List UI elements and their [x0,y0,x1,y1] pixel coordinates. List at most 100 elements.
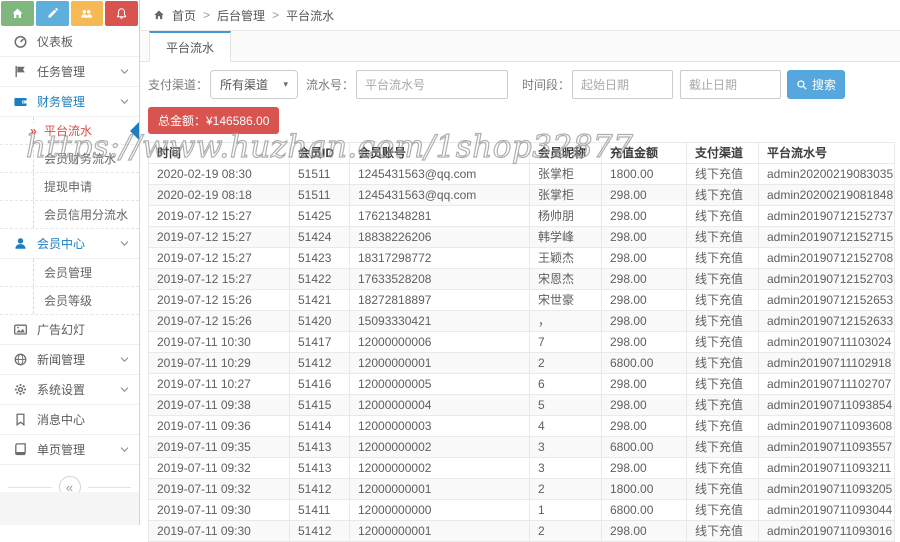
channel-filter-label: 支付渠道： [148,78,209,92]
sidebar-item-label: 广告幻灯 [37,323,86,337]
table-cell: 线下充值 [686,436,759,458]
table-cell: 298.00 [601,394,687,416]
bell-button[interactable] [105,1,138,26]
home-icon [153,9,165,21]
sidebar-item[interactable]: 单页管理 [0,435,139,465]
table-cell: 298.00 [601,247,687,269]
breadcrumb-item-backend[interactable]: 后台管理 [217,7,265,24]
flag-icon [13,64,28,79]
sidebar-subitem[interactable]: 会员管理 [0,259,139,287]
table-cell: 12000000000 [349,499,530,521]
table-cell: 2 [529,520,602,542]
caret-down-icon: ▾ [283,79,289,89]
filter-bar: 支付渠道： 所有渠道 ▾ 流水号： 时间段： 搜索 [148,70,892,99]
table-cell: admin20190711093044 [758,499,895,521]
gauge-icon [13,34,28,49]
table-cell: 298.00 [601,520,687,542]
channel-select[interactable]: 所有渠道 ▾ [210,70,299,99]
content: 支付渠道： 所有渠道 ▾ 流水号： 时间段： 搜索 总金额：¥146586.00… [140,62,900,542]
table-cell: 298.00 [601,373,687,395]
sidebar-item[interactable]: 消息中心 [0,405,139,435]
pencil-button[interactable] [35,1,69,26]
table-cell: 张掌柜 [529,163,602,185]
flow-number-input[interactable] [356,70,509,99]
table-cell: 51417 [289,331,350,353]
sidebar-item[interactable]: 新闻管理 [0,345,139,375]
sidebar-item[interactable]: 会员中心 [0,229,139,259]
table-cell: 298.00 [601,289,687,311]
table-cell: 宋世豪 [529,289,602,311]
search-button[interactable]: 搜索 [787,70,846,99]
table-cell: 51413 [289,436,350,458]
table-cell: 2019-07-12 15:27 [148,268,290,290]
sidebar-item[interactable]: 仪表板 [0,27,139,57]
sidebar-item-label: 仪表板 [37,35,74,49]
table-cell: admin20190711093205 [758,478,895,500]
sidebar-item[interactable]: 系统设置 [0,375,139,405]
table-row: 2019-07-11 09:30 51412 12000000001 2 298.00 线… [148,520,895,542]
table-cell: 2019-07-11 09:38 [148,394,290,416]
chevron-down-icon [119,354,130,365]
table-cell: 17621348281 [349,205,530,227]
table-cell: 杨帅朋 [529,205,602,227]
end-date-input[interactable] [680,70,782,99]
table-cell: 线下充值 [686,226,759,248]
table-cell: 2019-07-11 09:32 [148,478,290,500]
sidebar-item[interactable]: 任务管理 [0,57,139,87]
gear-icon [13,382,28,397]
chevron-down-icon [119,66,130,77]
sidebar-subitem[interactable]: 会员信用分流水 [0,201,139,229]
sidebar-item-label: 任务管理 [37,65,86,79]
table-cell: 线下充值 [686,247,759,269]
table-cell: 51511 [289,163,350,185]
table-cell: 12000000005 [349,373,530,395]
breadcrumb-item-home[interactable]: 首页 [172,7,196,24]
image-icon [13,322,28,337]
divider [87,486,131,488]
table-cell: 2019-07-12 15:26 [148,289,290,311]
table-cell: 线下充值 [686,268,759,290]
sidebar-item[interactable]: 财务管理 [0,87,139,117]
table-cell: 51421 [289,289,350,311]
table-cell: 2019-07-11 10:29 [148,352,290,374]
table-header-row: 时间 会员ID 会员账号 会员昵称 充值金额 支付渠道 平台流水号 [148,142,895,164]
table-cell: 2019-07-12 15:27 [148,205,290,227]
table-cell: 51423 [289,247,350,269]
sidebar-subitem[interactable]: 会员财务流水 [0,145,139,173]
column-header: 平台流水号 [758,142,895,164]
sidebar-item-label: 会员管理 [44,266,93,280]
table-cell: 298.00 [601,184,687,206]
table-cell: 51411 [289,499,350,521]
table-cell: admin20190712152703 [758,268,895,290]
home-button[interactable] [1,1,34,26]
table-cell: 51416 [289,373,350,395]
breadcrumb-separator: > [203,8,211,22]
table-cell: admin20190711093211 [758,457,895,479]
table-cell: 线下充值 [686,478,759,500]
table-row: 2019-07-11 09:30 51411 12000000000 1 6800.00… [148,499,895,521]
table-cell: 2019-07-11 09:36 [148,415,290,437]
table-row: 2020-02-19 08:18 51511 1245431563@qq.com 张掌… [148,184,895,206]
table-cell: 12000000001 [349,478,530,500]
sidebar-item[interactable]: 广告幻灯 [0,315,139,345]
globe-icon [13,352,28,367]
sidebar-subitem[interactable]: 提现申请 [0,173,139,201]
tab-platform-flow[interactable]: 平台流水 [149,31,232,62]
table-cell: 线下充值 [686,163,759,185]
tab-bar: 平台流水 [140,31,900,62]
table-cell: 4 [529,415,602,437]
table-row: 2019-07-11 10:27 51416 12000000005 6 298.00 线… [148,373,895,395]
sidebar-subitem[interactable]: 会员等级 [0,287,139,315]
main-area: 首页 > 后台管理 > 平台流水 平台流水 支付渠道： 所有渠道 ▾ 流水号： … [140,0,900,542]
table-row: 2019-07-12 15:27 51425 17621348281 杨帅朋 298.0… [148,205,895,227]
table-cell: 2019-07-11 09:30 [148,520,290,542]
start-date-input[interactable] [572,70,674,99]
table-cell: admin20190712152633 [758,310,895,332]
table-cell: 51422 [289,268,350,290]
table-cell: 298.00 [601,205,687,227]
group-button[interactable] [70,1,104,26]
table-cell: 韩学峰 [529,226,602,248]
table-row: 2019-07-11 10:29 51412 12000000001 2 6800.00… [148,352,895,374]
sidebar-subitem[interactable]: » 平台流水 [0,117,139,145]
bell-icon [115,7,128,20]
